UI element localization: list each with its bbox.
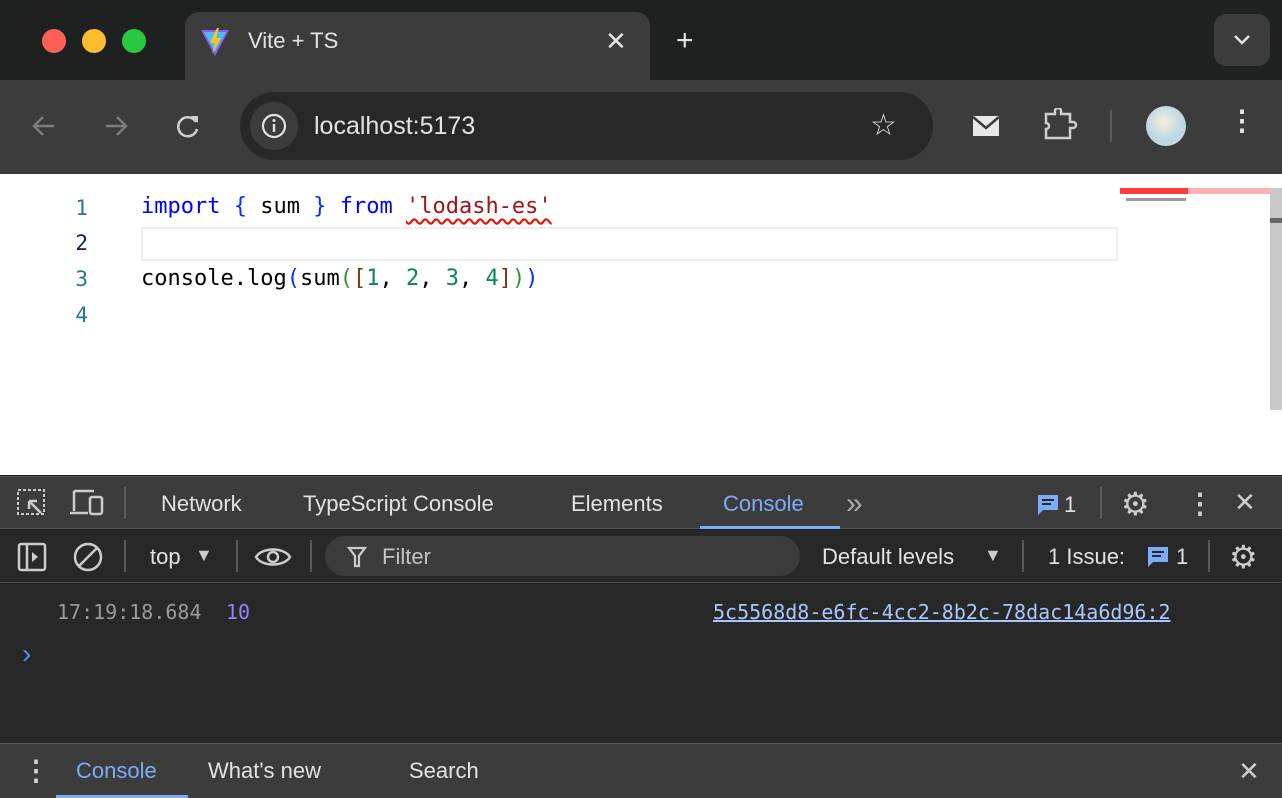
current-line-highlight [141,227,1118,261]
more-vert-icon[interactable]: ⋮ [1228,104,1256,137]
log-value: 10 [226,600,251,624]
message-icon [1148,547,1168,567]
issues-label[interactable]: 1 Issue: [1048,544,1125,570]
tab-title: Vite + TS [248,28,339,53]
drawer-tab-console[interactable]: Console [76,758,157,784]
drawer-tab-search[interactable]: Search [409,758,479,784]
tab-network[interactable]: Network [161,491,242,517]
site-info-button[interactable] [250,102,298,150]
mail-icon[interactable] [972,114,1000,138]
filter-icon [347,546,367,568]
console-prompt[interactable]: › [22,638,31,670]
devtools-drawer: ⋮ Console What's new Search ✕ [0,743,1282,798]
inspect-element-icon[interactable] [17,489,47,517]
line-number: 3 [75,267,88,291]
line-number: 1 [75,196,88,220]
log-levels-dropdown[interactable]: Default levels [822,544,954,570]
devtools-tab-bar: Network TypeScript Console Elements Cons… [0,476,1282,529]
tab-search-button[interactable] [1214,14,1270,66]
url-text[interactable]: localhost:5173 [314,112,475,141]
code-line-3[interactable]: console.log(sum([1, 2, 3, 4])) [141,266,538,291]
maximize-window-button[interactable] [122,29,146,53]
log-timestamp: 17:19:18.684 [57,600,202,624]
message-icon [1038,495,1058,515]
browser-toolbar: localhost:5173 ☆ ⋮ [0,80,1282,174]
line-number: 2 [75,231,88,255]
settings-gear-icon[interactable]: ⚙ [1121,485,1150,523]
dropdown-arrow-icon: ▼ [195,545,213,565]
new-tab-button[interactable]: + [676,24,694,58]
vite-logo-icon [201,28,229,56]
dropdown-arrow-icon: ▼ [984,545,1002,565]
close-window-button[interactable] [42,29,66,53]
console-output: 17:19:18.684 10 5c5568d8-e6fc-4cc2-8b2c-… [0,584,1282,743]
clear-console-icon[interactable] [72,541,104,573]
minimap-line [1126,198,1186,201]
close-drawer-icon[interactable]: ✕ [1238,756,1260,787]
device-toolbar-icon[interactable] [70,489,106,517]
address-bar[interactable]: localhost:5173 ☆ [240,92,933,160]
line-number: 4 [75,303,88,327]
page-content: 1 2 3 4 import { sum } from 'lodash-es' … [0,174,1282,475]
close-tab-icon[interactable]: ✕ [605,26,627,57]
more-vert-icon[interactable]: ⋮ [1186,487,1214,520]
error-squiggle: 'lodash-es' [405,194,552,219]
filter-placeholder: Filter [382,544,431,569]
tab-console[interactable]: Console [723,491,804,517]
reload-icon[interactable] [174,112,202,140]
forward-icon[interactable] [102,112,130,140]
tab-elements[interactable]: Elements [571,491,663,517]
console-toolbar: top ▼ Filter Default levels ▼ 1 Issue: 1… [0,530,1282,583]
sidebar-toggle-icon[interactable] [17,542,47,572]
browser-tab[interactable]: Vite + TS ✕ [185,12,650,82]
avatar[interactable] [1146,106,1186,146]
active-tab-indicator [700,526,840,529]
back-icon[interactable] [30,112,58,140]
minimize-window-button[interactable] [82,29,106,53]
code-line-1[interactable]: import { sum } from 'lodash-es' [141,194,552,219]
issues-count[interactable]: 1 [1176,544,1188,570]
context-selector[interactable]: top [150,544,181,570]
drawer-tab-whats-new[interactable]: What's new [208,758,321,784]
log-source-link[interactable]: 5c5568d8-e6fc-4cc2-8b2c-78dac14a6d96:2 [713,600,1171,624]
scrollbar[interactable] [1270,188,1282,410]
extension-puzzle-icon[interactable] [1042,108,1078,142]
info-icon [261,113,287,139]
chevron-down-icon [1234,35,1250,45]
tab-typescript-console[interactable]: TypeScript Console [303,491,494,517]
star-icon[interactable]: ☆ [870,108,897,143]
console-settings-gear-icon[interactable]: ⚙ [1229,538,1258,576]
message-count[interactable]: 1 [1064,492,1076,518]
more-tabs-icon[interactable]: » [846,487,863,521]
minimap[interactable] [1120,188,1270,194]
eye-icon[interactable] [254,544,292,570]
close-devtools-icon[interactable]: ✕ [1234,487,1256,518]
drawer-menu-icon[interactable]: ⋮ [22,754,50,787]
filter-input[interactable]: Filter [325,536,800,576]
